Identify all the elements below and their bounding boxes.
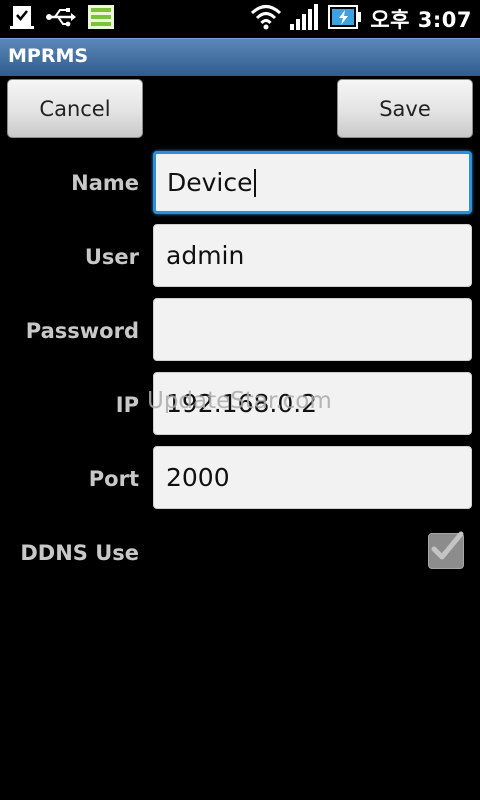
battery-charging-icon — [328, 5, 362, 33]
usb-icon — [46, 7, 76, 31]
screen: 오후 3:07 MPRMS Cancel Save Name Device Us… — [0, 0, 480, 800]
ip-label: IP — [115, 393, 139, 417]
storage-icon — [88, 5, 114, 33]
user-label: User — [84, 245, 139, 269]
name-value: Device — [167, 168, 253, 197]
wifi-icon — [250, 4, 282, 34]
save-button[interactable]: Save — [337, 79, 473, 138]
port-field[interactable]: 2000 — [153, 446, 472, 509]
port-label: Port — [88, 467, 139, 491]
ip-field[interactable]: 192.168.0.2 — [153, 372, 472, 435]
title-bar: MPRMS — [0, 38, 480, 76]
port-value: 2000 — [166, 463, 230, 492]
user-field[interactable]: admin — [153, 224, 472, 287]
cancel-button[interactable]: Cancel — [7, 79, 143, 138]
password-label: Password — [25, 319, 139, 343]
ddns-use-label: DDNS Use — [20, 541, 139, 565]
text-cursor — [253, 168, 256, 197]
password-field[interactable] — [153, 298, 472, 361]
ip-value: 192.168.0.2 — [166, 389, 318, 418]
signal-icon — [290, 4, 320, 34]
app-title: MPRMS — [8, 45, 89, 67]
name-field[interactable]: Device — [153, 151, 472, 214]
ddns-use-checkbox[interactable] — [428, 531, 464, 569]
name-label: Name — [71, 171, 139, 195]
user-value: admin — [166, 241, 245, 270]
status-time: 오후 3:07 — [370, 8, 472, 32]
status-bar: 오후 3:07 — [0, 0, 480, 38]
usb-debug-icon — [10, 4, 34, 34]
